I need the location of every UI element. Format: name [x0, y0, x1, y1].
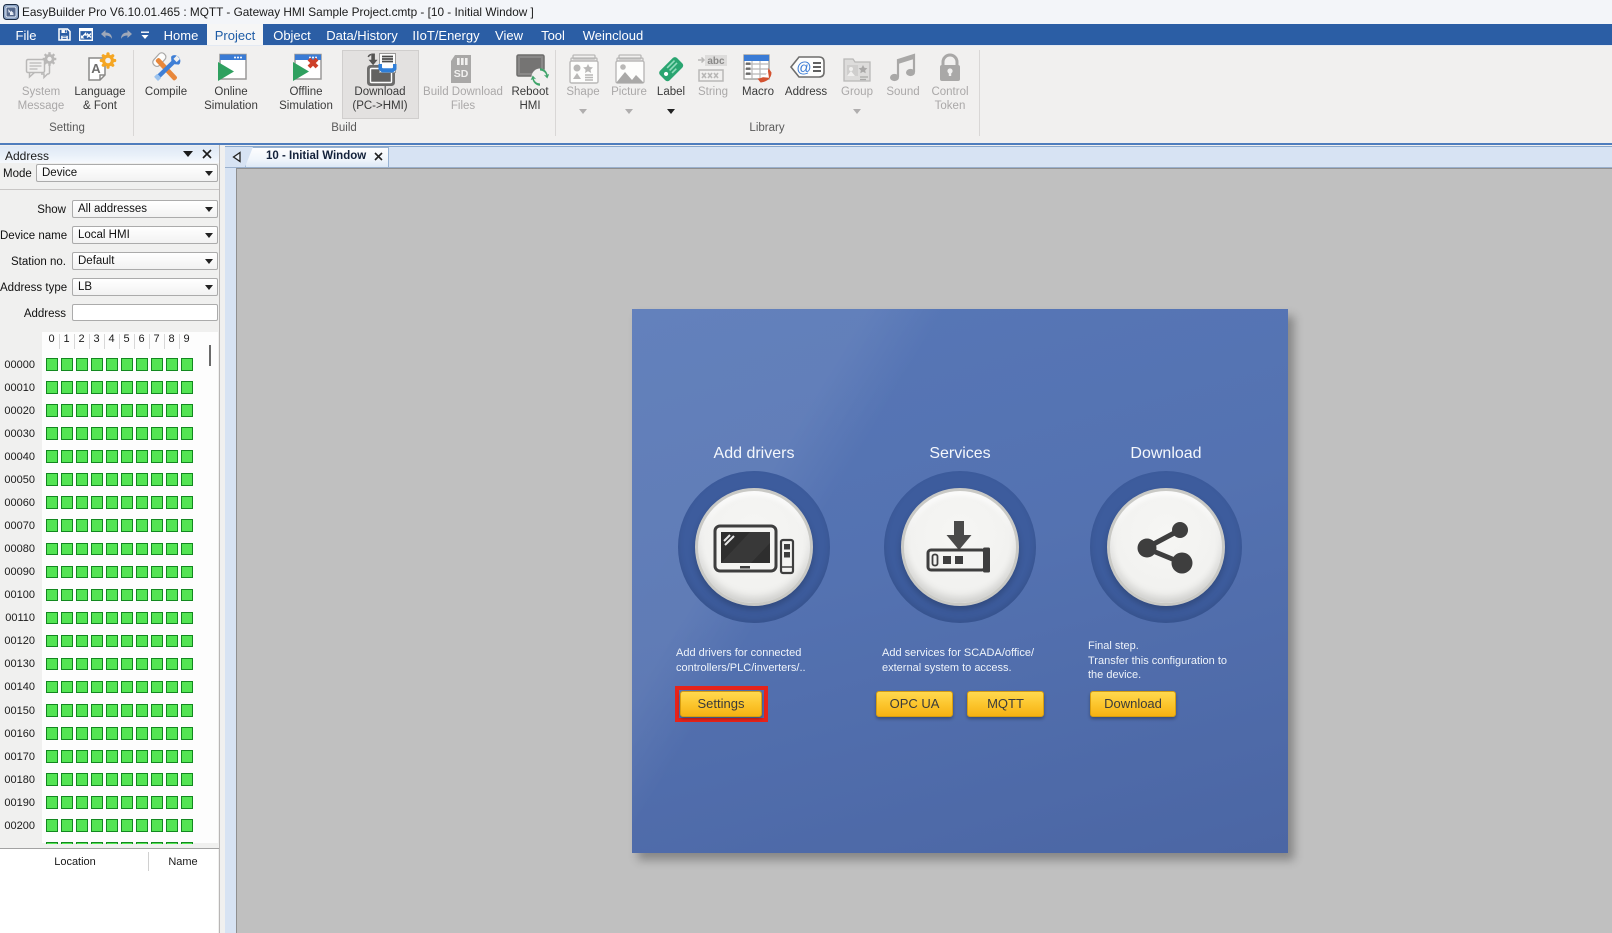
svg-text:SD: SD — [454, 68, 469, 80]
svg-text:A: A — [91, 61, 101, 76]
